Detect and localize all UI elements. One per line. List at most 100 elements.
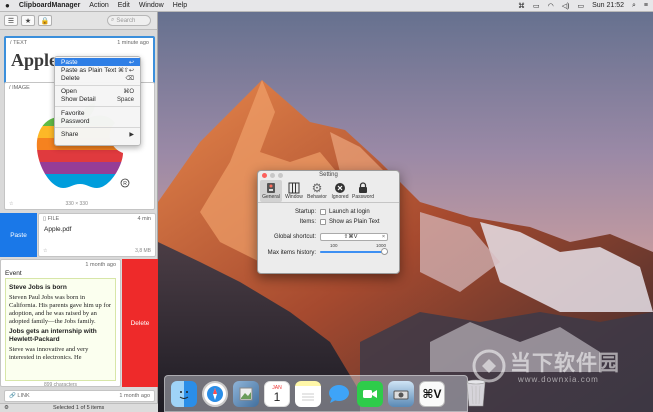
settings-window: Setting General Window ⚙ Behavior Ignore…	[257, 170, 400, 274]
delete-swipe-button[interactable]: Delete	[122, 259, 158, 387]
shortcut-row: Global shortcut: ⇧⌘V ×	[258, 232, 399, 242]
watermark: 当下软件园 www.downxia.com	[472, 345, 652, 395]
menu-extras: ⌘ ▭ ◠ ◁) ▭ Sun 21:52 ⌕ ≡	[518, 2, 648, 10]
menu-separator	[55, 105, 140, 107]
ignored-x-icon	[334, 181, 347, 194]
menu-item-favorite[interactable]: Favorite	[55, 109, 140, 117]
shortcut-label: Global shortcut:	[273, 234, 316, 240]
battery-icon[interactable]: ▭	[577, 2, 584, 10]
rtf-title-1: Steve Jobs is born	[9, 284, 67, 291]
rtf-heading: Event	[5, 270, 22, 277]
clip-card-rtf[interactable]: 1 month ago Event Steve Jobs is born Ste…	[0, 259, 121, 388]
tab-general[interactable]: General	[260, 180, 282, 202]
rtf-preview: Steve Jobs is born Steven Paul Jobs was …	[5, 278, 116, 381]
search-field[interactable]: ⌕ Search	[107, 15, 151, 26]
menu-item-delete[interactable]: Delete ⌫	[55, 74, 140, 82]
tab-ignored[interactable]: Ignored	[329, 180, 351, 202]
airplay-icon[interactable]: ▭	[533, 2, 540, 10]
settings-gear-icon[interactable]: ⚙	[4, 405, 9, 411]
preferences-tabs: General Window ⚙ Behavior Ignored Passwo…	[258, 179, 399, 203]
notes-icon[interactable]	[295, 380, 321, 407]
menu-item-paste[interactable]: Paste ↩	[55, 58, 140, 67]
card-header: 1 month ago	[1, 260, 120, 270]
menu-window[interactable]: Window	[139, 2, 164, 9]
menu-app-name[interactable]: ClipboardManager	[19, 2, 80, 9]
apple-menu-icon[interactable]: ●	[5, 1, 10, 10]
star-icon: ★	[24, 17, 32, 25]
watermark-text: 当下软件园	[510, 352, 620, 375]
card-time: 1 minute ago	[117, 40, 149, 46]
menu-help[interactable]: Help	[173, 2, 187, 9]
menu-item-password[interactable]: Password	[55, 117, 140, 125]
tab-behavior[interactable]: ⚙ Behavior	[306, 180, 328, 202]
global-shortcut-recorder[interactable]: ⇧⌘V ×	[320, 233, 388, 241]
menu-action[interactable]: Action	[89, 2, 108, 9]
window-icon	[288, 181, 301, 194]
max-items-label: Max items history:	[267, 250, 316, 256]
trash-icon[interactable]	[463, 378, 489, 408]
clipboard-status-icon[interactable]: ⌘	[518, 2, 525, 10]
menu-item-open[interactable]: Open ⌘O	[55, 88, 140, 96]
slider-range-labels: 100 1000	[320, 243, 388, 248]
launch-at-login-checkbox[interactable]	[320, 209, 326, 215]
favorite-filter-button[interactable]: ★	[21, 15, 35, 26]
gear-icon: ⚙	[311, 180, 323, 195]
lock-icon: 🔒	[40, 17, 50, 25]
dock: JAN 1 ⌘V	[164, 375, 468, 412]
finder-icon[interactable]	[171, 380, 197, 407]
menu-edit[interactable]: Edit	[118, 2, 130, 9]
star-outline-icon[interactable]: ☆	[9, 201, 13, 207]
rtf-body-1: Steven Paul Jobs was born in California.…	[9, 294, 111, 325]
calendar-icon[interactable]: JAN 1	[264, 380, 290, 407]
char-count: 899 characters	[43, 382, 78, 388]
max-items-slider[interactable]: 100 1000	[320, 243, 388, 257]
clip-card-file[interactable]: ▯ FILE 4 min Apple.pdf ☆ 3,8 MB	[38, 213, 156, 257]
startup-label: Startup:	[294, 209, 316, 215]
calendar-day: 1	[273, 389, 281, 404]
safari-icon[interactable]	[202, 380, 228, 407]
menu-item-share[interactable]: Share ▶	[55, 130, 140, 138]
card-type-label: IMAGE	[12, 85, 30, 91]
wifi-icon[interactable]: ◠	[548, 2, 554, 10]
context-menu: Paste ↩ Paste as Plain Text ⌘⇧↩ Delete ⌫…	[54, 56, 141, 146]
shortcut-value: ⇧⌘V	[343, 234, 358, 240]
rtf-title-2: Jobs gets an internship with Hewlett-Pac…	[9, 328, 97, 343]
preview-photos-icon[interactable]	[233, 380, 259, 407]
panel-status-bar: ⚙ Selected 1 of 5 items	[0, 403, 158, 412]
menu-separator	[55, 127, 140, 129]
card-header: 🔗 LINK 1 month ago	[5, 391, 154, 401]
slider-knob[interactable]	[381, 248, 388, 255]
search-placeholder: Search	[116, 17, 136, 24]
image-dimensions: 330 × 330	[65, 201, 88, 207]
star-outline-icon[interactable]: ☆	[43, 248, 47, 254]
menu-item-paste-plain[interactable]: Paste as Plain Text ⌘⇧↩	[55, 66, 140, 74]
card-header: ▯ FILE 4 min	[39, 214, 155, 224]
spotlight-icon[interactable]: ⌕	[632, 2, 636, 10]
volume-icon[interactable]: ◁)	[562, 2, 570, 10]
card-type-label: FILE	[47, 216, 60, 222]
card-type-label: LINK	[17, 393, 30, 399]
plain-text-checkbox[interactable]	[320, 219, 326, 225]
lock-icon	[357, 181, 370, 194]
lock-filter-button[interactable]: 🔒	[38, 15, 52, 26]
paste-swipe-button[interactable]: Paste	[0, 213, 37, 257]
image-capture-icon[interactable]	[388, 380, 414, 407]
clear-shortcut-icon[interactable]: ×	[380, 234, 387, 240]
messages-icon[interactable]	[326, 381, 352, 407]
general-switch-icon	[265, 181, 278, 194]
tab-password[interactable]: Password	[352, 180, 374, 202]
facetime-icon[interactable]	[357, 380, 383, 407]
notification-center-icon[interactable]: ≡	[644, 2, 648, 9]
clipboard-manager-icon[interactable]: ⌘V	[419, 380, 445, 407]
plain-text-label: Show as Plain Text	[329, 219, 380, 225]
panel-toolbar: ☰ ★ 🔒 ⌕ Search	[0, 12, 157, 30]
settings-title: Setting	[319, 172, 338, 178]
clock[interactable]: Sun 21:52	[592, 2, 624, 9]
items-row: Items: Show as Plain Text	[258, 217, 399, 227]
menu-item-show-detail[interactable]: Show Detail Space	[55, 96, 140, 104]
svg-text:R: R	[123, 181, 127, 187]
clip-card-link[interactable]: 🔗 LINK 1 month ago	[4, 390, 155, 402]
card-time: 4 min	[137, 216, 151, 222]
list-filter-button[interactable]: ☰	[4, 15, 18, 26]
tab-window[interactable]: Window	[283, 180, 305, 202]
